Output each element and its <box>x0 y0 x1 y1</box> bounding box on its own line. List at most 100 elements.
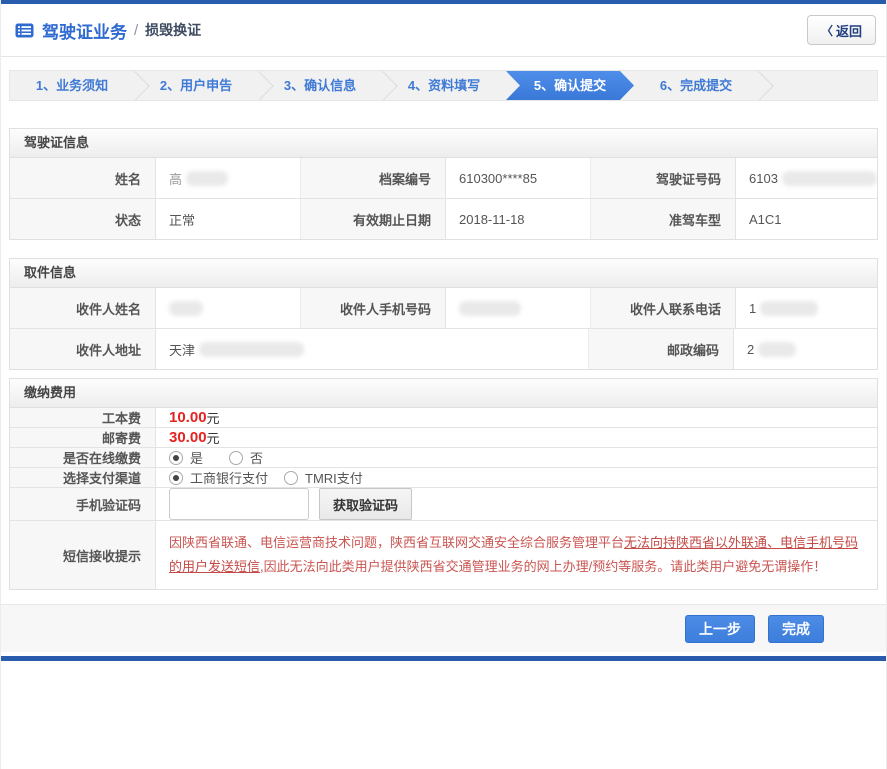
online-payment-label: 是否在线缴费 <box>10 448 156 467</box>
recipient-name-label: 收件人姓名 <box>10 288 156 328</box>
payment-channel-row: 选择支付渠道 工商银行支付 TMRI支付 <box>10 467 877 487</box>
name-label: 姓名 <box>10 158 156 198</box>
step-2-user-declaration: 2、用户申告 <box>134 71 258 100</box>
postage-fee-value: 30.00 元 <box>156 428 877 447</box>
redacted-value <box>186 170 229 186</box>
online-payment-yes-radio[interactable]: 是 <box>169 448 229 467</box>
postal-code-label: 邮政编码 <box>589 329 734 369</box>
online-payment-yes-label[interactable]: 是 <box>190 448 203 467</box>
redacted-value <box>169 300 203 316</box>
radio-checked-icon[interactable] <box>169 450 183 465</box>
recipient-phone-text: 1 <box>749 300 757 316</box>
payment-channel-options: 工商银行支付 TMRI支付 <box>156 468 877 487</box>
production-fee-label: 工本费 <box>10 408 156 427</box>
recipient-name-value <box>156 288 301 328</box>
license-number-value: 6103 <box>736 158 877 198</box>
page-header: 驾驶证业务 / 损毁换证 〈 返回 <box>1 4 886 57</box>
postage-fee-row: 邮寄费 30.00 元 <box>10 427 877 447</box>
recipient-phone-value: 1 <box>736 288 877 328</box>
license-info-row: 状态 正常 有效期止日期 2018-11-18 准驾车型 A1C1 <box>10 198 877 239</box>
sms-code-input[interactable] <box>169 488 309 520</box>
sms-notice-label: 短信接收提示 <box>10 521 156 589</box>
postal-code-value: 2 <box>734 329 877 369</box>
file-number-value: 610300****85 <box>446 158 591 198</box>
radio-unchecked-icon[interactable] <box>229 450 244 465</box>
get-sms-code-button[interactable]: 获取验证码 <box>319 488 413 520</box>
expiry-date-label: 有效期止日期 <box>301 199 446 239</box>
recipient-address-value: 天津 <box>156 329 589 369</box>
recipient-mobile-value <box>446 288 591 328</box>
payment-channel-tmri-radio[interactable]: TMRI支付 <box>284 468 389 487</box>
bottom-accent-bar <box>1 656 886 661</box>
vehicle-class-label: 准驾车型 <box>591 199 736 239</box>
license-number-text: 6103 <box>749 170 778 186</box>
file-number-label: 档案编号 <box>301 158 446 198</box>
pickup-info-row: 收件人姓名 收件人手机号码 收件人联系电话 1 <box>10 288 877 328</box>
redacted-value <box>758 341 797 357</box>
sms-notice-text-after: 因此无法向此类用户提供陕西省交通管理业务的网上办理/预约等服务。请此类用户避免无… <box>263 559 827 574</box>
status-value: 正常 <box>156 199 301 239</box>
back-button[interactable]: 〈 返回 <box>806 15 876 45</box>
sms-notice-row: 短信接收提示 因陕西省联通、电信运营商技术问题，陕西省互联网交通安全综合服务管理… <box>10 520 877 589</box>
footer-action-bar: 上一步 完成 <box>1 604 886 652</box>
step-4-fill-materials: 4、资料填写 <box>407 78 481 93</box>
payment-channel-icbc-label[interactable]: 工商银行支付 <box>190 468 268 487</box>
expiry-date-value: 2018-11-18 <box>446 199 591 239</box>
postage-fee-label: 邮寄费 <box>10 428 156 447</box>
fees-title: 缴纳费用 <box>10 379 877 408</box>
breadcrumb-divider: / <box>134 21 139 39</box>
production-fee-amount: 10.00 <box>169 409 207 426</box>
step-wizard: 1、业务须知 2、用户申告 3、确认信息 4、资料填写 5、确认提交 6、完成提… <box>9 70 878 101</box>
radio-unchecked-icon[interactable] <box>284 470 299 485</box>
page-title: 驾驶证业务 <box>42 22 127 42</box>
license-service-icon <box>15 23 34 37</box>
payment-channel-label: 选择支付渠道 <box>10 468 156 487</box>
recipient-address-label: 收件人地址 <box>10 329 156 369</box>
online-payment-no-label[interactable]: 否 <box>250 448 263 467</box>
step-6-complete-submit: 6、完成提交 <box>634 71 758 100</box>
license-number-label: 驾驶证号码 <box>591 158 736 198</box>
production-fee-row: 工本费 10.00 元 <box>10 408 877 427</box>
redacted-value <box>199 341 305 357</box>
recipient-address-text: 天津 <box>169 342 196 358</box>
previous-step-button[interactable]: 上一步 <box>685 614 755 643</box>
pickup-info-row: 收件人地址 天津 邮政编码 2 <box>10 328 877 369</box>
step-1-business-notice: 1、业务须知 <box>10 71 134 100</box>
step-5-confirm-submit-active: 5、确认提交 <box>506 71 634 100</box>
recipient-mobile-label: 收件人手机号码 <box>301 288 446 328</box>
redacted-value <box>459 300 521 316</box>
vehicle-class-value: A1C1 <box>749 211 782 227</box>
back-button-label: 返回 <box>835 23 862 39</box>
redacted-value <box>781 170 877 186</box>
back-arrow-icon: 〈 <box>820 23 833 38</box>
redacted-value <box>760 300 819 316</box>
name-value: 高 <box>156 158 301 198</box>
postage-fee-amount: 30.00 <box>169 429 207 446</box>
pickup-info-section: 取件信息 收件人姓名 收件人手机号码 收件人联系电话 1 收件人地址 天津 邮政… <box>9 258 878 370</box>
payment-channel-icbc-radio[interactable]: 工商银行支付 <box>169 468 284 487</box>
payment-channel-tmri-label[interactable]: TMRI支付 <box>305 468 363 487</box>
name-value-text: 高 <box>169 171 183 187</box>
finish-button[interactable]: 完成 <box>768 614 824 643</box>
production-fee-value: 10.00 元 <box>156 408 877 427</box>
fees-section: 缴纳费用 工本费 10.00 元 邮寄费 30.00 元 是否在线缴费 是 否 … <box>9 378 878 590</box>
license-info-section: 驾驶证信息 姓名 高 档案编号 610300****85 驾驶证号码 6103 … <box>9 128 878 240</box>
pickup-info-title: 取件信息 <box>10 259 877 288</box>
sms-code-label: 手机验证码 <box>10 488 156 520</box>
sms-notice-text-before: 因陕西省联通、电信运营商技术问题，陕西省互联网交通安全综合服务管理平台 <box>169 535 625 550</box>
online-payment-no-radio[interactable]: 否 <box>229 448 289 467</box>
online-payment-row: 是否在线缴费 是 否 <box>10 447 877 467</box>
online-payment-options: 是 否 <box>156 448 877 467</box>
step-3-confirm-info: 3、确认信息 <box>258 71 382 100</box>
license-info-title: 驾驶证信息 <box>10 129 877 158</box>
sms-notice-value: 因陕西省联通、电信运营商技术问题，陕西省互联网交通安全综合服务管理平台无法向持陕… <box>156 521 877 589</box>
license-info-row: 姓名 高 档案编号 610300****85 驾驶证号码 6103 <box>10 158 877 198</box>
sms-code-field-area: 获取验证码 <box>156 488 877 520</box>
recipient-phone-label: 收件人联系电话 <box>591 288 736 328</box>
production-fee-unit: 元 <box>206 411 220 426</box>
status-label: 状态 <box>10 199 156 239</box>
radio-checked-icon[interactable] <box>169 470 183 485</box>
postal-code-text: 2 <box>747 341 755 357</box>
postage-fee-unit: 元 <box>206 431 220 446</box>
sms-notice-text: 因陕西省联通、电信运营商技术问题，陕西省互联网交通安全综合服务管理平台无法向持陕… <box>169 521 877 589</box>
